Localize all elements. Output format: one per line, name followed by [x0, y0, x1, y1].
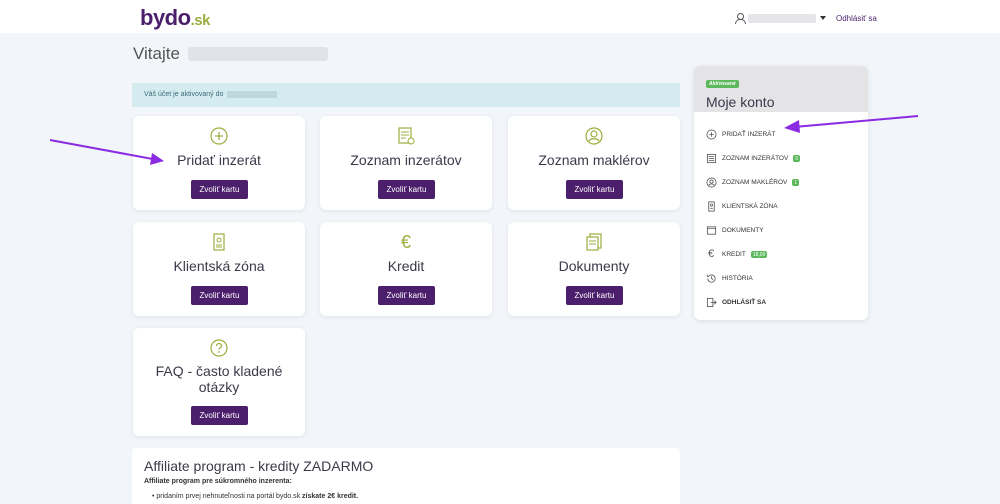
card-agents[interactable]: Zoznam maklérov Zvoliť kartu	[508, 116, 680, 210]
account-menu-history[interactable]: História	[694, 266, 868, 290]
top-bar: bydo.sk Odhlásiť sa	[0, 0, 1000, 33]
count-badge: 1	[792, 178, 800, 186]
menu-label: Zoznam inzerátov	[722, 154, 789, 162]
card-documents[interactable]: Dokumenty Zvoliť kartu	[508, 222, 680, 316]
card-title: Zoznam maklérov	[538, 152, 650, 168]
account-menu-credit[interactable]: € Kredit 18,00	[694, 242, 868, 266]
affiliate-title: Affiliate program - kredity ZADARMO	[144, 458, 374, 474]
select-card-button[interactable]: Zvoliť kartu	[378, 180, 435, 199]
activation-alert: Váš účet je aktivovaný do	[132, 83, 680, 107]
user-circle-icon	[584, 126, 604, 146]
account-menu-documents[interactable]: Dokumenty	[694, 218, 868, 242]
list-document-icon	[705, 152, 717, 164]
user-circle-icon	[705, 176, 717, 188]
select-card-button[interactable]: Zvoliť kartu	[191, 180, 248, 199]
menu-label: Klientská zóna	[722, 202, 778, 210]
affiliate-subtitle: Affiliate program pre súkromného inzeren…	[144, 478, 292, 485]
status-badge: Aktivované	[706, 80, 739, 88]
card-title: Dokumenty	[558, 258, 630, 274]
count-badge: 0	[793, 154, 801, 162]
card-title: FAQ - často kladené otázky	[155, 363, 283, 395]
plus-circle-icon	[705, 128, 717, 140]
list-document-icon	[396, 126, 416, 146]
user-menu[interactable]: Odhlásiť sa	[735, 11, 877, 25]
credit-badge: 18,00	[750, 250, 768, 258]
account-header: Aktivované Moje konto	[694, 66, 868, 112]
documents-icon	[705, 224, 717, 236]
menu-label: Dokumenty	[722, 226, 764, 234]
account-menu-agents[interactable]: Zoznam maklérov 1	[694, 170, 868, 194]
menu-label: Zoznam maklérov	[722, 178, 788, 186]
euro-icon: €	[400, 231, 411, 252]
menu-label: Kredit	[722, 250, 746, 258]
select-card-button[interactable]: Zvoliť kartu	[566, 286, 623, 305]
affiliate-bullet-bold: získate 2€ kredit.	[302, 493, 359, 500]
annotation-arrow-left	[49, 139, 164, 165]
menu-label: Pridať inzerát	[722, 130, 776, 138]
id-badge-icon	[209, 232, 229, 252]
menu-label: Odhlásiť sa	[722, 298, 767, 306]
card-credit[interactable]: € Kredit Zvoliť kartu	[320, 222, 492, 316]
account-menu-client-zone[interactable]: Klientská zóna	[694, 194, 868, 218]
account-panel: Aktivované Moje konto Pridať inzerát Zoz…	[694, 66, 868, 320]
welcome-label: Vitajte	[133, 44, 180, 63]
documents-icon	[584, 232, 604, 252]
alert-text: Váš účet je aktivovaný do	[144, 91, 224, 98]
annotation-arrow-right	[784, 115, 919, 133]
account-menu-logout[interactable]: Odhlásiť sa	[694, 290, 868, 314]
logo-main: bydo	[140, 5, 191, 30]
account-menu: Pridať inzerát Zoznam inzerátov 0 Zoznam…	[694, 112, 868, 314]
affiliate-section: Affiliate program - kredity ZADARMO Affi…	[132, 448, 680, 504]
card-client-zone[interactable]: Klientská zóna Zvoliť kartu	[133, 222, 305, 316]
card-title: Kredit	[387, 258, 425, 274]
logout-icon	[705, 296, 717, 308]
euro-icon: €	[707, 248, 715, 260]
logo[interactable]: bydo.sk	[140, 5, 210, 31]
select-card-button[interactable]: Zvoliť kartu	[378, 286, 435, 305]
account-title: Moje konto	[706, 94, 775, 110]
id-badge-icon	[705, 200, 717, 212]
history-icon	[705, 272, 717, 284]
card-title: Zoznam inzerátov	[350, 152, 462, 168]
affiliate-bullet-text: pridaním prvej nehnuteľnosti na portál b…	[156, 493, 301, 500]
user-icon	[735, 13, 746, 24]
user-name-redacted	[748, 13, 816, 23]
question-circle-icon	[209, 338, 229, 358]
select-card-button[interactable]: Zvoliť kartu	[191, 406, 248, 425]
plus-circle-icon	[209, 126, 229, 146]
welcome-name-redacted	[187, 47, 328, 61]
alert-date-redacted	[227, 91, 278, 98]
logo-tld: .sk	[190, 12, 211, 29]
affiliate-bullet: pridaním prvej nehnuteľnosti na portál b…	[156, 493, 668, 500]
card-title: Klientská zóna	[173, 258, 265, 274]
card-faq[interactable]: FAQ - často kladené otázky Zvoliť kartu	[133, 328, 305, 436]
select-card-button[interactable]: Zvoliť kartu	[191, 286, 248, 305]
menu-label: História	[722, 274, 753, 282]
select-card-button[interactable]: Zvoliť kartu	[566, 180, 623, 199]
account-menu-listings[interactable]: Zoznam inzerátov 0	[694, 146, 868, 170]
card-listings[interactable]: Zoznam inzerátov Zvoliť kartu	[320, 116, 492, 210]
page-title: Vitajte	[133, 44, 328, 64]
logout-link[interactable]: Odhlásiť sa	[836, 14, 877, 23]
chevron-down-icon[interactable]	[820, 16, 826, 20]
